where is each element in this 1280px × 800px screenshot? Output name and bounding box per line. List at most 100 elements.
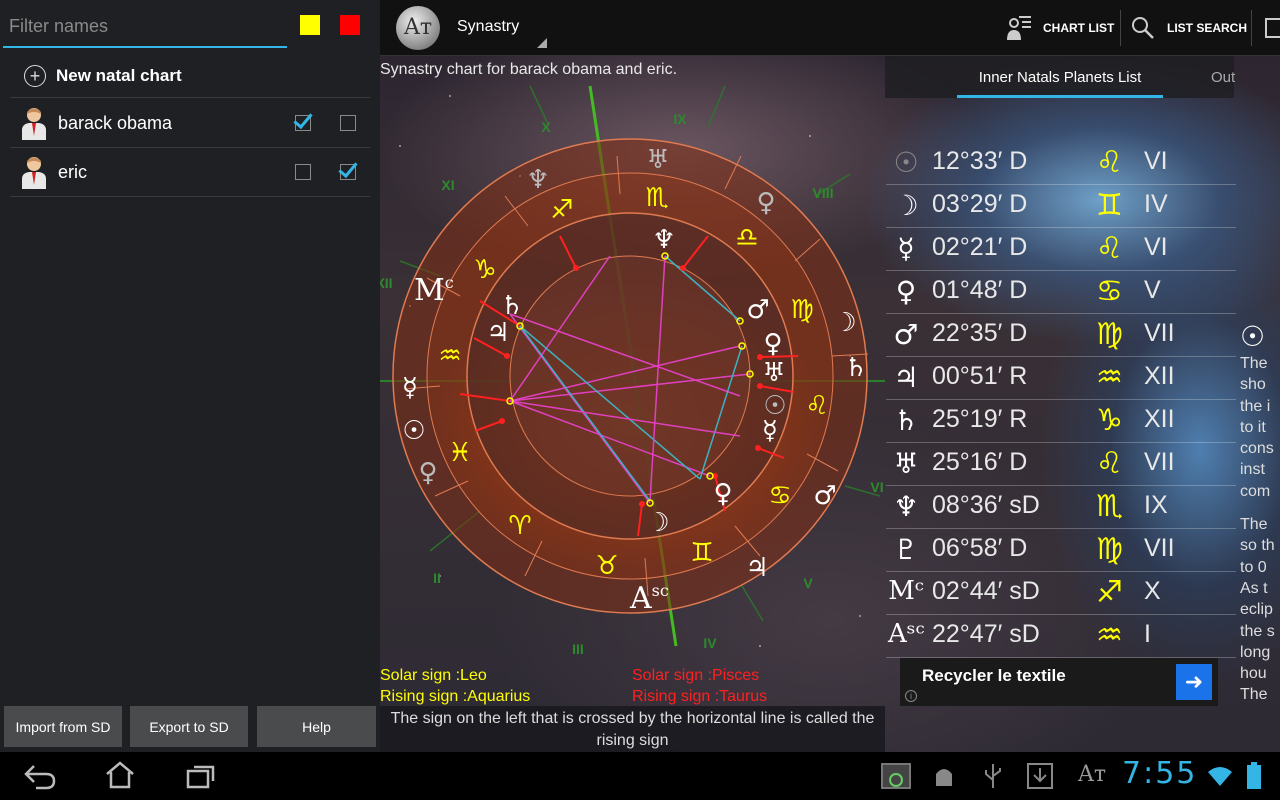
cancer-icon: ♋	[1096, 274, 1123, 309]
saturn-icon: ♄	[893, 404, 919, 437]
planet-row[interactable]: ♅ 25°16′ D ♌ VII	[886, 443, 1236, 486]
filter-names-input[interactable]	[3, 8, 287, 44]
planet-house: VI	[1144, 233, 1168, 261]
chart-list-item-eric[interactable]: eric	[10, 148, 370, 197]
moon-icon: ☽	[893, 189, 919, 222]
sagittarius-icon: ♐	[1096, 575, 1123, 610]
inner-chart-checkbox[interactable]	[295, 115, 311, 131]
search-icon	[1132, 17, 1154, 39]
gemini-icon: ♊	[1096, 188, 1123, 223]
synastry-chart-wheel[interactable]: ♒ ♑ ♐ ♏ ♎ ♍ ♌ ♋ ♊ ♉ ♈ ♓ X IX XI VIII XII…	[380, 56, 885, 706]
sign-taurus-icon: ♉	[595, 551, 618, 581]
planet-row[interactable]: ♇ 06°58′ D ♍ VII	[886, 529, 1236, 572]
system-clock[interactable]: 7:55	[1122, 756, 1197, 791]
person-avatar-icon	[20, 106, 48, 140]
tab-inner-natals[interactable]: Inner Natals Planets List	[957, 56, 1163, 98]
inner-planets-table: ☉ 12°33′ D ♌ VI ☽ 03°29′ D ♊ IV ☿ 02°21′ D ♌ VI ♀…	[886, 142, 1236, 658]
svg-text:VI: VI	[870, 479, 883, 495]
svg-text:XII: XII	[380, 275, 393, 291]
recent-apps-icon[interactable]	[185, 762, 217, 790]
planet-house: VII	[1144, 534, 1175, 562]
view-title[interactable]: Synastry	[457, 18, 519, 36]
app-logo-icon[interactable]: Aт	[396, 6, 440, 50]
dropdown-caret-icon[interactable]	[537, 38, 547, 48]
app-notification-icon[interactable]: Aт	[1078, 762, 1106, 787]
help-button[interactable]: Help	[257, 706, 376, 747]
chart-list-item-barack-obama[interactable]: barack obama	[10, 99, 370, 148]
mercury-icon: ☿	[897, 232, 915, 265]
inner-moon-icon: ☽	[646, 508, 669, 538]
planet-degree: 08°36′ sD	[932, 491, 1040, 519]
neptune-icon: ♆	[893, 490, 919, 523]
planet-house: IX	[1144, 491, 1168, 519]
svg-text:V: V	[803, 575, 813, 591]
leo-icon: ♌	[1096, 145, 1123, 180]
pluto-icon: ♇	[893, 533, 919, 566]
sun-icon: ☉	[893, 146, 919, 179]
planet-row[interactable]: Mᶜ 02°44′ sD ♐ X	[886, 572, 1236, 615]
sign-sagittarius-icon: ♐	[550, 195, 573, 225]
inner-chart-checkbox[interactable]	[295, 164, 311, 180]
outer-chart-checkbox[interactable]	[340, 164, 356, 180]
planet-house: IV	[1144, 190, 1168, 218]
planet-house: VI	[1144, 147, 1168, 175]
action-bar: Aт Synastry CHART LIST LIST SEARCH	[380, 0, 1280, 56]
system-navigation-bar: Aт	[0, 752, 1280, 800]
inner-chart-signs: Solar sign :Leo Rising sign :Aquarius	[380, 665, 530, 707]
android-debug-icon[interactable]	[932, 764, 956, 790]
outer-pluto-icon: ♀	[756, 188, 775, 218]
download-icon[interactable]	[1026, 762, 1054, 790]
sign-leo-icon: ♌	[805, 391, 828, 421]
list-search-button[interactable]: LIST SEARCH	[1131, 0, 1247, 56]
ad-banner[interactable]: Recycler le textile ➜ i	[900, 658, 1218, 706]
aquarius-icon: ♒	[1096, 618, 1123, 653]
planet-house: V	[1144, 276, 1161, 304]
outer-rising-sign: Rising sign :Taurus	[632, 688, 768, 705]
planet-row[interactable]: Aˢᶜ 22°47′ sD ♒ I	[886, 615, 1236, 658]
chart-list-button[interactable]: CHART LIST	[1005, 0, 1114, 56]
back-icon[interactable]	[22, 762, 58, 790]
planet-degree: 01°48′ D	[932, 276, 1028, 304]
overflow-action-icon[interactable]	[1264, 0, 1280, 56]
sign-virgo-icon: ♍	[790, 295, 813, 325]
red-color-swatch[interactable]	[340, 15, 360, 35]
planet-row[interactable]: ☿ 02°21′ D ♌ VI	[886, 228, 1236, 271]
planet-row[interactable]: ♂ 22°35′ D ♍ VII	[886, 314, 1236, 357]
tab-outer-natals[interactable]: Out	[1211, 69, 1235, 86]
gallery-notification-icon[interactable]	[880, 760, 912, 792]
inner-mars-icon: ♂	[746, 295, 769, 325]
usb-icon[interactable]	[982, 762, 1004, 790]
planet-row[interactable]: ☽ 03°29′ D ♊ IV	[886, 185, 1236, 228]
yellow-color-swatch[interactable]	[300, 15, 320, 35]
new-natal-chart-button[interactable]: + New natal chart	[10, 55, 370, 98]
home-icon[interactable]	[104, 760, 136, 790]
ad-info-icon[interactable]: i	[905, 690, 917, 702]
outer-saturn-icon: ♄	[844, 353, 867, 383]
import-from-sd-button[interactable]: Import from SD	[4, 706, 122, 747]
planet-degree: 22°47′ sD	[932, 620, 1040, 648]
battery-icon[interactable]	[1246, 762, 1262, 790]
chart-caption: Synastry chart for barack obama and eric…	[380, 61, 678, 78]
mars-icon: ♂	[893, 318, 919, 351]
svg-text:IX: IX	[673, 111, 687, 127]
outer-mercury-icon: ☿	[402, 373, 418, 403]
sign-libra-icon: ♎	[735, 223, 758, 253]
wifi-icon[interactable]	[1206, 764, 1234, 788]
export-to-sd-button[interactable]: Export to SD	[130, 706, 248, 747]
ad-arrow-icon[interactable]: ➜	[1176, 664, 1212, 700]
planet-degree: 00°51′ R	[932, 362, 1028, 390]
planet-row[interactable]: ♀ 01°48′ D ♋ V	[886, 271, 1236, 314]
outer-chart-checkbox[interactable]	[340, 115, 356, 131]
sun-icon: ☉	[1240, 321, 1266, 352]
planet-row[interactable]: ♃ 00°51′ R ♒ XII	[886, 357, 1236, 400]
planet-row[interactable]: ♄ 25°19′ R ♑ XII	[886, 400, 1236, 443]
outer-jupiter-icon: ♃	[745, 553, 768, 583]
outer-venus-icon: ♀	[418, 458, 437, 488]
scorpio-icon: ♏	[1096, 489, 1123, 524]
planet-row[interactable]: ♆ 08°36′ sD ♏ IX	[886, 486, 1236, 529]
inner-uranus-icon: ♅	[762, 358, 785, 388]
svg-text:III: III	[572, 641, 584, 657]
filter-names-field[interactable]	[3, 8, 287, 48]
planet-row[interactable]: ☉ 12°33′ D ♌ VI	[886, 142, 1236, 185]
chart-list-icon	[1007, 16, 1031, 40]
